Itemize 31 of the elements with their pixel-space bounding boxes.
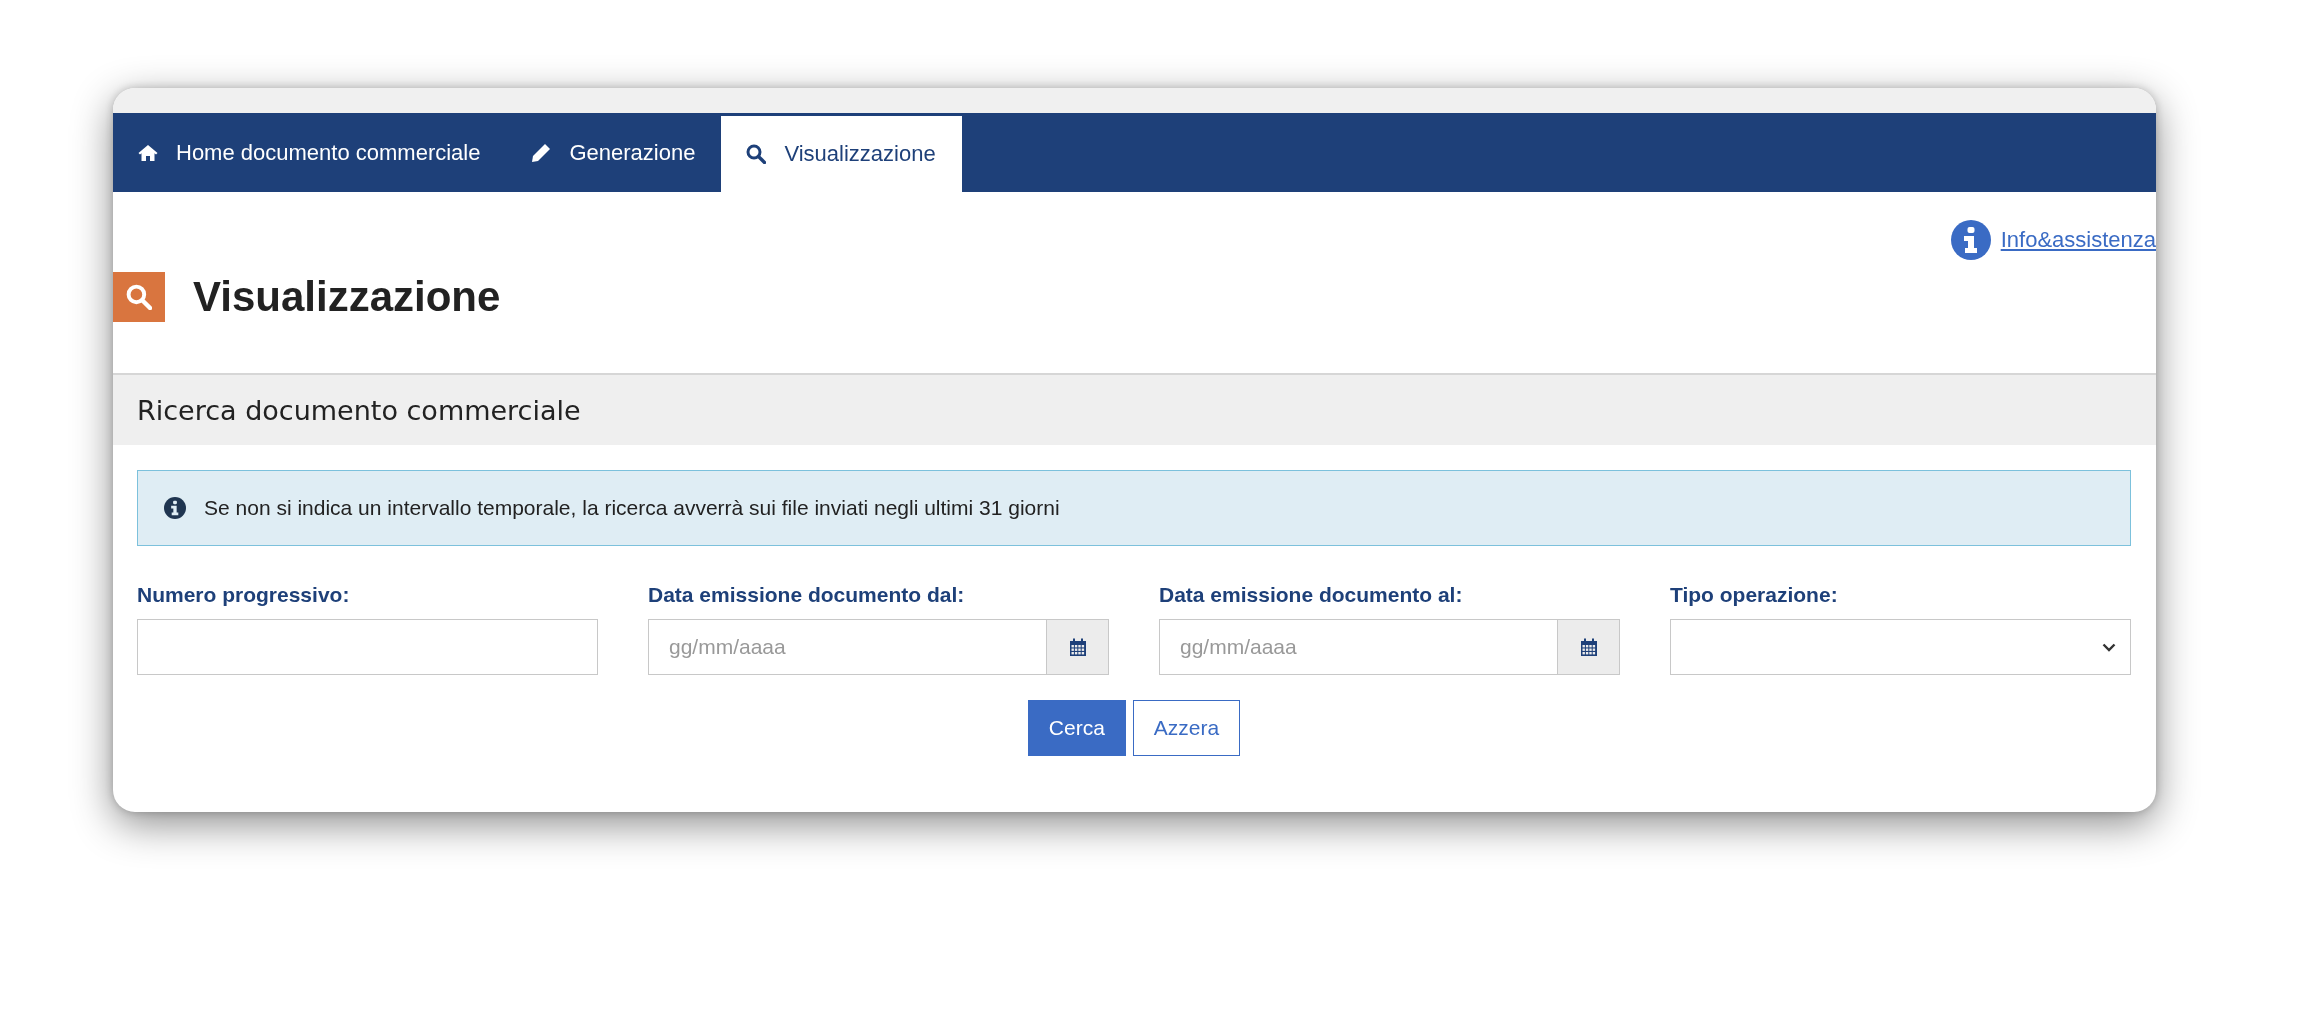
info-link[interactable]: Info&assistenza bbox=[2000, 227, 2156, 253]
search-icon bbox=[126, 284, 152, 310]
field-label: Tipo operazione: bbox=[1670, 583, 1839, 607]
chevron-down-icon bbox=[2102, 642, 2116, 652]
calendar-icon bbox=[1579, 637, 1598, 657]
reset-button[interactable]: Azzera bbox=[1132, 700, 1241, 756]
section-title: Ricerca documento commerciale bbox=[137, 394, 581, 426]
tab-label: Visualizzazione bbox=[784, 141, 936, 167]
input-field[interactable] bbox=[137, 619, 598, 675]
field-label: Data emissione documento al: bbox=[1159, 583, 1464, 607]
tab-label: Home documento commerciale bbox=[176, 139, 481, 166]
search-icon bbox=[746, 144, 767, 164]
alert-text: Se non si indica un intervallo temporale, la ricerca avverrà sui file inviati negli ultimi 31 giorni bbox=[204, 496, 1060, 520]
field-label: Data emissione documento dal: bbox=[648, 583, 966, 607]
nav-tab[interactable]: Generazione bbox=[506, 113, 722, 192]
tab-label: Generazione bbox=[569, 139, 696, 166]
nav-tab[interactable]: Home documento commerciale bbox=[113, 113, 507, 192]
nav-tab[interactable]: Visualizzazione bbox=[721, 116, 962, 192]
home-icon bbox=[138, 143, 158, 162]
calendar-icon bbox=[1068, 637, 1087, 657]
field-label: Numero progressivo: bbox=[137, 583, 351, 607]
date-field[interactable]: gg/mm/aaaa bbox=[1159, 619, 1558, 675]
info-icon bbox=[164, 497, 186, 519]
page-title: Visualizzazione bbox=[193, 273, 501, 321]
select-field[interactable] bbox=[1670, 619, 2131, 675]
calendar-button[interactable] bbox=[1558, 619, 1620, 675]
calendar-button[interactable] bbox=[1047, 619, 1109, 675]
date-field[interactable]: gg/mm/aaaa bbox=[648, 619, 1047, 675]
info-icon bbox=[1950, 220, 1991, 260]
pencil-icon bbox=[531, 142, 552, 163]
search-button[interactable]: Cerca bbox=[1027, 700, 1126, 756]
